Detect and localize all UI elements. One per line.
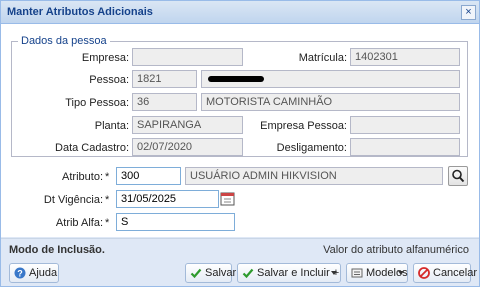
help-icon: ? [14, 267, 26, 279]
data-cadastro-field: 02/07/2020 [132, 138, 243, 156]
pessoa-label: Pessoa: [89, 74, 129, 86]
models-button[interactable]: Modelos [346, 263, 408, 283]
data-cadastro-label: Data Cadastro: [55, 142, 129, 154]
vigencia-input[interactable]: 31/05/2025 [116, 190, 219, 208]
alfa-required-mark: * [105, 217, 110, 229]
empresa-label: Empresa: [81, 52, 129, 64]
redacted-name [208, 76, 264, 82]
atributo-label: Atributo: [62, 171, 103, 183]
alfa-label: Atrib Alfa: [55, 217, 103, 229]
planta-label: Planta: [94, 120, 129, 132]
cancel-icon [418, 267, 430, 279]
desligamento-field [350, 138, 460, 156]
save-include-label: Salvar e Incluir + [257, 267, 340, 279]
chevron-down-icon[interactable] [331, 264, 337, 282]
check-icon [190, 268, 202, 279]
tipo-pessoa-code-field: 36 [132, 93, 197, 111]
chevron-down-icon [398, 264, 404, 282]
check-icon [242, 268, 254, 279]
help-label: Ajuda [29, 267, 58, 279]
cancel-button[interactable]: Cancelar [413, 263, 477, 283]
vigencia-required-mark: * [105, 194, 110, 206]
pessoa-name-field [201, 70, 460, 88]
search-button[interactable] [448, 166, 468, 186]
help-button[interactable]: ? Ajuda [9, 263, 59, 283]
alfa-input[interactable]: S [116, 213, 235, 231]
save-include-button[interactable]: Salvar e Incluir + [237, 263, 341, 283]
atributo-desc-field: USUÁRIO ADMIN HIKVISION [185, 167, 443, 185]
tipo-pessoa-label: Tipo Pessoa: [65, 97, 129, 109]
desligamento-label: Desligamento: [276, 142, 347, 154]
close-icon[interactable]: × [461, 5, 476, 20]
status-bar: Modo de Inclusão. Valor do atributo alfa… [1, 238, 479, 259]
save-label: Salvar [205, 267, 237, 279]
atributo-required-mark: * [105, 171, 110, 183]
models-icon [351, 268, 363, 278]
dialog-titlebar[interactable]: Manter Atributos Adicionais × [1, 1, 479, 24]
cancel-label: Cancelar [433, 267, 478, 279]
field-hint: Valor do atributo alfanumérico [323, 244, 469, 256]
footer-toolbar: ? Ajuda Salvar Salvar e Incluir + Modelo… [1, 259, 479, 286]
svg-text:?: ? [17, 269, 23, 279]
atributo-code-input[interactable]: 300 [116, 167, 181, 185]
matricula-label: Matrícula: [298, 52, 347, 64]
pessoa-code-field: 1821 [132, 70, 197, 88]
calendar-button[interactable] [220, 190, 235, 208]
empresa-pessoa-label: Empresa Pessoa: [260, 120, 347, 132]
save-button[interactable]: Salvar [185, 263, 236, 283]
tipo-pessoa-desc-field: MOTORISTA CAMINHÃO [201, 93, 460, 111]
calendar-icon [220, 192, 235, 206]
empresa-field [132, 48, 243, 66]
vigencia-label: Dt Vigência: [43, 194, 103, 206]
search-icon [452, 169, 465, 183]
mode-status: Modo de Inclusão. [9, 244, 105, 256]
planta-field: SAPIRANGA [132, 116, 243, 134]
pessoa-legend: Dados da pessoa [21, 35, 107, 47]
dialog-window: Manter Atributos Adicionais × Dados da p… [0, 0, 480, 287]
dialog-body: Dados da pessoa Empresa: Matrícula: 1402… [1, 24, 479, 237]
matricula-field: 1402301 [350, 48, 460, 66]
dialog-title: Manter Atributos Adicionais [7, 6, 153, 18]
empresa-pessoa-field [350, 116, 460, 134]
